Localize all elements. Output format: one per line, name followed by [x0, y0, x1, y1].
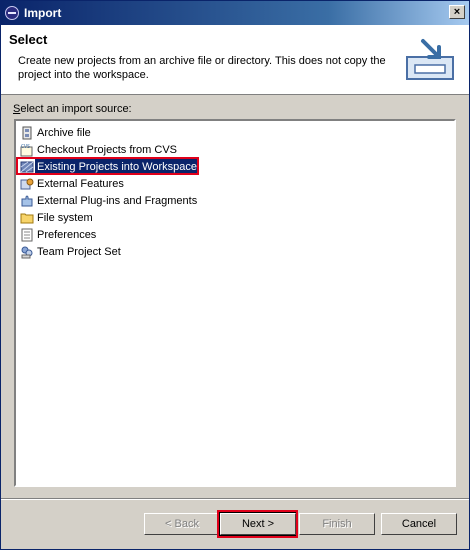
import-wizard-icon [406, 39, 454, 80]
wizard-header: Select Create new projects from an archi… [1, 25, 469, 95]
button-bar-separator [1, 498, 469, 500]
finish-button[interactable]: Finish [299, 513, 375, 535]
preferences-icon [21, 228, 33, 242]
page-title: Select [9, 32, 48, 47]
selection-highlight-annotation [16, 157, 199, 175]
import-source-label: Select an import source: [13, 103, 132, 115]
eclipse-icon [5, 6, 19, 20]
import-dialog: Import × Select Create new projects from… [0, 0, 470, 550]
next-highlight-annotation [217, 510, 298, 538]
archive-file-icon [22, 126, 32, 140]
cancel-button[interactable]: Cancel [381, 513, 457, 535]
close-button[interactable]: × [449, 5, 465, 19]
window-title: Import [24, 6, 62, 20]
svg-text:CVS: CVS [21, 144, 30, 150]
back-button[interactable]: < Back [144, 513, 220, 535]
title-bar[interactable]: Import × [1, 1, 469, 25]
plugin-icon [21, 195, 33, 207]
page-description: Create new projects from an archive file… [18, 55, 386, 81]
folder-icon [20, 213, 34, 224]
external-features-icon [20, 178, 34, 190]
team-project-icon [21, 246, 33, 259]
cvs-icon: CVS [20, 144, 33, 157]
